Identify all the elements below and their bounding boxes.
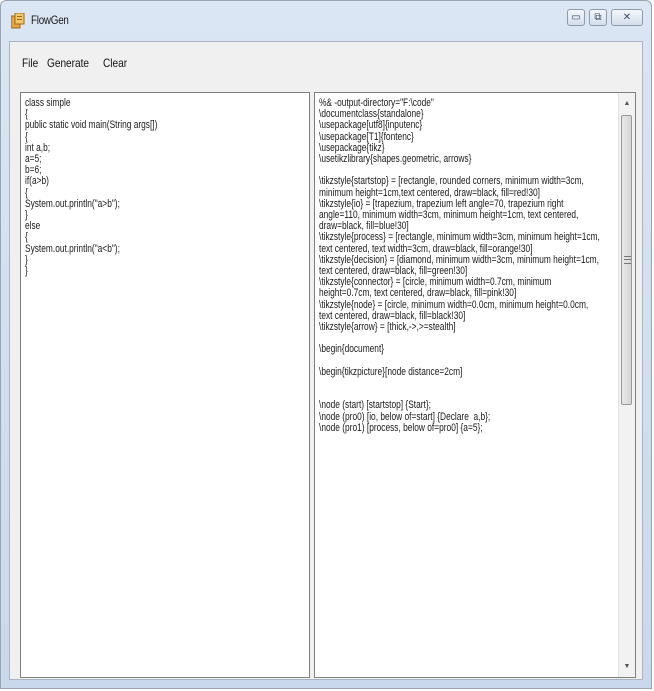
window-title: FlowGen <box>31 13 69 27</box>
close-button[interactable]: ✕ <box>611 9 643 26</box>
minimize-icon: ▭ <box>571 12 581 23</box>
scrollbar-thumb[interactable] <box>621 115 632 405</box>
menu-clear[interactable]: Clear <box>103 54 127 72</box>
scroll-up-arrow-icon[interactable]: ▲ <box>619 95 635 112</box>
minimize-button[interactable]: ▭ <box>567 9 585 26</box>
client-area: File Generate Clear class simple { publi… <box>9 41 643 680</box>
vertical-scrollbar[interactable]: ▲ ▼ <box>618 93 635 677</box>
menu-generate[interactable]: Generate <box>47 54 89 72</box>
close-icon: ✕ <box>622 12 632 23</box>
maximize-icon: ⧉ <box>594 12 602 23</box>
window-controls: ▭ ⧉ ✕ <box>567 9 643 26</box>
menu-file[interactable]: File <box>22 54 38 72</box>
scroll-down-arrow-icon[interactable]: ▼ <box>619 658 635 675</box>
app-icon <box>11 13 25 29</box>
latex-output-text: %& -output-directory="F:\code" \document… <box>319 97 600 434</box>
menu-bar: File Generate Clear <box>10 42 642 84</box>
latex-output-textbox[interactable]: %& -output-directory="F:\code" \document… <box>314 92 636 678</box>
source-code-text: class simple { public static void main(S… <box>25 97 158 278</box>
source-code-textbox[interactable]: class simple { public static void main(S… <box>20 92 310 678</box>
maximize-button[interactable]: ⧉ <box>589 9 607 26</box>
app-window: FlowGen ▭ ⧉ ✕ File Generate Clear class … <box>0 0 652 689</box>
title-bar[interactable]: FlowGen ▭ ⧉ ✕ <box>1 1 651 41</box>
grip-icon <box>624 256 631 264</box>
